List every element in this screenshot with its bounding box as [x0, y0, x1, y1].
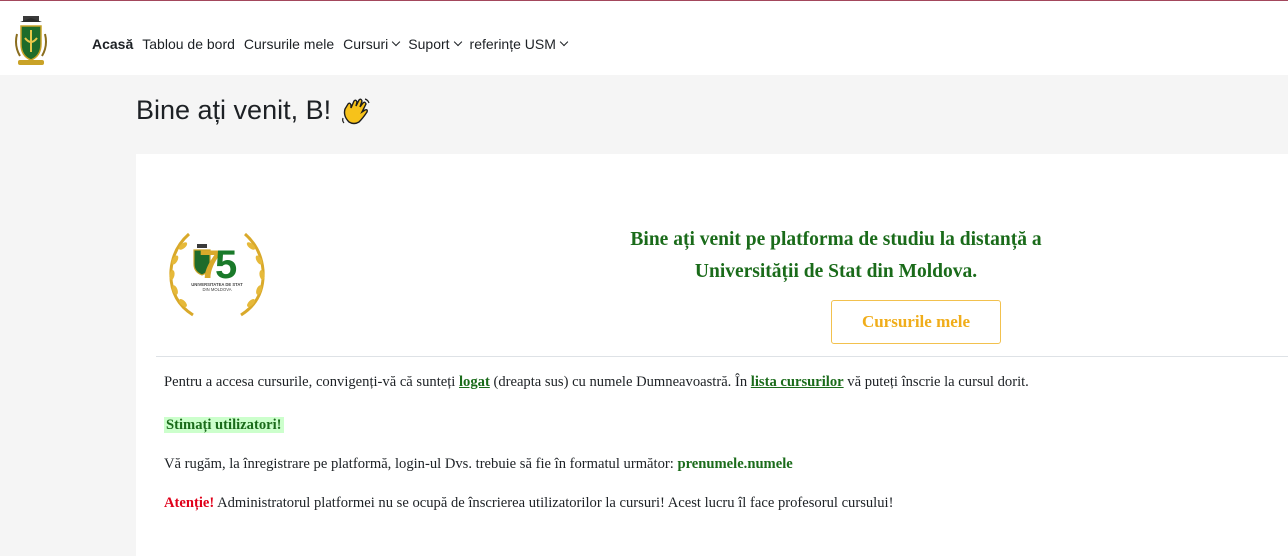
access-text-middle: (dreapta sus) cu numele Dumneavoastră. Î… — [489, 374, 751, 390]
nav-item-suport[interactable]: Suport — [408, 36, 462, 52]
primary-navigation: Acasă Tablou de bord Cursurile mele Curs… — [92, 36, 576, 52]
access-text-start: Pentru a accesa cursurile, convigenți-vă… — [164, 374, 459, 390]
access-instructions: Pentru a accesa cursurile, convigenți-vă… — [164, 374, 1029, 391]
login-format-text: Vă rugăm, la înregistrare pe platformă, … — [164, 456, 678, 472]
anniversary-emblem-icon: 7 5 UNIVERSITATEA DE STAT DIN MOLDOVA — [169, 232, 265, 317]
page-title: Bine ați venit, B! — [136, 95, 371, 126]
svg-text:5: 5 — [215, 243, 237, 287]
access-text-end: vă puteți înscrie la cursul dorit. — [843, 374, 1029, 390]
nav-item-cursuri[interactable]: Cursuri — [343, 36, 401, 52]
nav-item-label: Tablou de bord — [142, 36, 235, 52]
users-greeting: Stimați utilizatori! — [164, 417, 284, 434]
nav-item-label: Suport — [408, 36, 450, 52]
chevron-down-icon — [392, 37, 401, 47]
nav-item-label: referințe USM — [469, 36, 556, 52]
login-format-example: prenumele.numele — [677, 456, 793, 472]
welcome-card: 7 5 UNIVERSITATEA DE STAT DIN MOLDOVA Bi… — [136, 154, 1288, 556]
welcome-message: Bine ați venit pe platforma de studiu la… — [630, 229, 1042, 282]
top-navbar: Acasă Tablou de bord Cursurile mele Curs… — [0, 0, 1288, 75]
nav-item-label: Acasă — [92, 36, 134, 52]
warning-text: Administratorul platformei nu se ocupă d… — [214, 495, 894, 511]
nav-item-label: Cursuri — [343, 36, 389, 52]
svg-text:DIN MOLDOVA: DIN MOLDOVA — [202, 287, 231, 292]
login-link[interactable]: logat — [459, 374, 490, 390]
warning-label: Atenție! — [164, 495, 215, 511]
nav-item-tablou-de-bord[interactable]: Tablou de bord — [142, 36, 235, 52]
page-title-text: Bine ați venit, B! — [136, 95, 332, 125]
course-list-link[interactable]: lista cursurilor — [751, 374, 844, 390]
waving-hand-icon — [342, 97, 370, 124]
enrollment-warning: Atenție! Administratorul platformei nu s… — [164, 495, 893, 512]
chevron-down-icon — [453, 37, 462, 47]
highlighted-greeting: Stimați utilizatori! — [164, 417, 284, 433]
university-logo-icon[interactable] — [14, 14, 48, 68]
my-courses-button[interactable]: Cursurile mele — [831, 300, 1001, 344]
nav-item-label: Cursurile mele — [243, 36, 335, 52]
nav-item-acasa[interactable]: Acasă — [92, 36, 133, 52]
nav-item-cursurile-mele[interactable]: Cursurile mele — [244, 36, 334, 52]
divider — [156, 356, 1288, 357]
chevron-down-icon — [559, 37, 569, 47]
login-format-note: Vă rugăm, la înregistrare pe platformă, … — [164, 456, 793, 473]
nav-item-referinte-usm[interactable]: referințe USM — [469, 36, 569, 52]
